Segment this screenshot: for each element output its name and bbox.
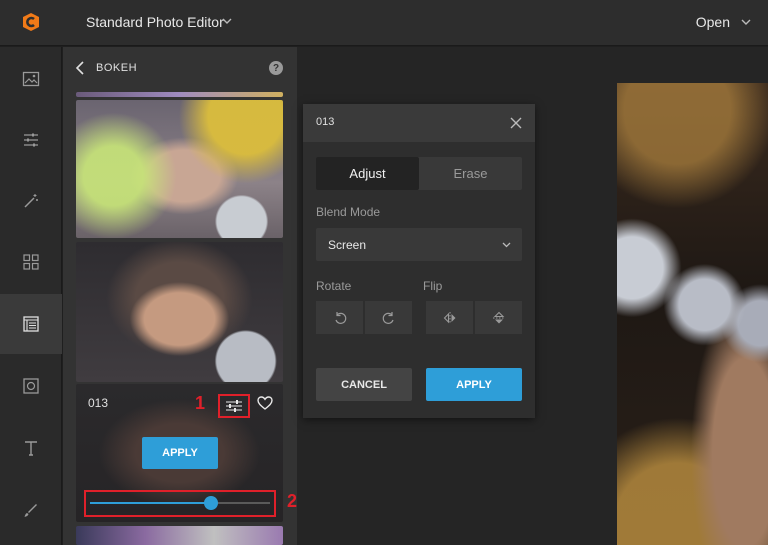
tool-rail bbox=[0, 47, 62, 545]
bokeh-thumbnail[interactable] bbox=[76, 242, 283, 382]
photo-canvas[interactable] bbox=[617, 83, 768, 545]
rotate-left-button[interactable] bbox=[316, 301, 363, 334]
intensity-slider-handle[interactable] bbox=[203, 496, 218, 510]
rotate-left-icon bbox=[334, 311, 346, 324]
photo-editor-app: Standard Photo Editor Open BOKEH ? 013 A… bbox=[0, 0, 768, 545]
bokeh-thumbnail[interactable] bbox=[76, 526, 283, 545]
intensity-slider-fill bbox=[90, 502, 211, 504]
image-icon bbox=[22, 71, 40, 87]
app-logo-icon[interactable] bbox=[21, 12, 41, 32]
brush-icon bbox=[24, 504, 37, 517]
cancel-button[interactable]: CANCEL bbox=[316, 368, 412, 401]
rail-item-adjust[interactable] bbox=[0, 110, 62, 170]
grid-icon bbox=[23, 254, 39, 270]
tab-adjust[interactable]: Adjust bbox=[316, 157, 419, 190]
heart-icon[interactable] bbox=[256, 394, 274, 412]
chevron-down-icon bbox=[741, 19, 751, 25]
bokeh-thumbnail[interactable] bbox=[76, 100, 283, 238]
intensity-slider[interactable] bbox=[90, 496, 270, 510]
bokeh-settings-dialog: 013 Adjust Erase Blend Mode Screen Rotat… bbox=[303, 104, 535, 418]
rotate-right-icon bbox=[382, 311, 394, 324]
flip-horizontal-button[interactable] bbox=[426, 301, 473, 334]
sliders-icon bbox=[24, 133, 38, 147]
blend-mode-value: Screen bbox=[328, 238, 367, 252]
flip-vertical-icon bbox=[492, 311, 505, 323]
panel-title: BOKEH bbox=[96, 62, 138, 74]
open-button[interactable]: Open bbox=[696, 12, 752, 32]
rail-item-draw[interactable] bbox=[0, 480, 62, 540]
bokeh-panel: BOKEH ? 013 APPLY bbox=[63, 47, 297, 545]
apply-button[interactable]: APPLY bbox=[426, 368, 522, 401]
adjust-settings-button[interactable] bbox=[218, 394, 250, 418]
bokeh-thumbnail[interactable] bbox=[76, 92, 283, 97]
dialog-header: 013 bbox=[303, 104, 535, 142]
open-label: Open bbox=[695, 14, 730, 30]
app-title[interactable]: Standard Photo Editor bbox=[86, 14, 224, 30]
frame-icon bbox=[23, 378, 39, 394]
chevron-down-icon bbox=[502, 242, 511, 248]
intensity-slider-highlight bbox=[84, 490, 276, 517]
thumbnail-apply-button[interactable]: APPLY bbox=[142, 437, 218, 469]
top-bar: Standard Photo Editor Open bbox=[0, 0, 768, 46]
rotate-right-button[interactable] bbox=[365, 301, 412, 334]
rail-item-image[interactable] bbox=[0, 49, 62, 109]
rail-item-effects[interactable] bbox=[0, 171, 62, 231]
annotation-marker: 1 bbox=[195, 393, 206, 413]
rail-item-frames[interactable] bbox=[0, 356, 62, 416]
rotate-label: Rotate bbox=[316, 279, 352, 293]
panel-header: BOKEH ? bbox=[63, 47, 297, 89]
rotate-buttons bbox=[316, 301, 412, 334]
bokeh-thumbnail-selected[interactable]: 013 APPLY bbox=[76, 384, 283, 522]
chevron-down-icon[interactable] bbox=[221, 15, 233, 27]
flip-buttons bbox=[426, 301, 522, 334]
tab-erase[interactable]: Erase bbox=[419, 157, 522, 190]
magic-wand-icon bbox=[24, 194, 38, 208]
sliders-icon bbox=[226, 400, 242, 412]
rail-item-textures[interactable] bbox=[0, 294, 62, 354]
dialog-title: 013 bbox=[316, 116, 335, 128]
flip-vertical-button[interactable] bbox=[475, 301, 522, 334]
close-icon[interactable] bbox=[509, 116, 523, 130]
thumbnail-label: 013 bbox=[88, 396, 109, 410]
text-icon bbox=[25, 441, 37, 456]
blend-mode-select[interactable]: Screen bbox=[316, 228, 522, 261]
chevron-left-icon[interactable] bbox=[75, 61, 85, 75]
rail-item-elements[interactable] bbox=[0, 232, 62, 292]
annotation-marker: 2 bbox=[287, 491, 298, 511]
blend-mode-label: Blend Mode bbox=[316, 205, 381, 219]
flip-horizontal-icon bbox=[443, 311, 455, 324]
flip-label: Flip bbox=[423, 279, 443, 293]
rail-item-text[interactable] bbox=[0, 418, 62, 478]
texture-icon bbox=[23, 316, 39, 332]
mode-tabs: Adjust Erase bbox=[316, 157, 522, 190]
help-icon[interactable]: ? bbox=[269, 61, 283, 75]
